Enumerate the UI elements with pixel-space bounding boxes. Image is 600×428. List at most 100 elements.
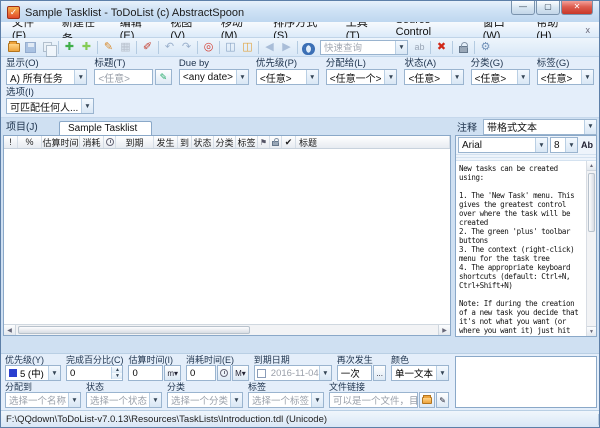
tasklist-tab[interactable]: Sample Tasklist bbox=[59, 121, 152, 135]
scroll-up-icon[interactable]: ▲ bbox=[587, 161, 596, 171]
maximize-button[interactable]: ▢ bbox=[536, 1, 560, 15]
goto-task-icon[interactable]: ◎ bbox=[200, 39, 217, 55]
file-link-input[interactable]: 可以是一个文件，目录，网址，邮件或任务链 bbox=[329, 392, 418, 408]
scroll-left-icon[interactable]: ◀ bbox=[4, 325, 16, 335]
font-dialog-button[interactable]: Ab bbox=[580, 139, 594, 152]
filter-options-combo[interactable]: 可匹配任何人...▼ bbox=[6, 98, 94, 114]
edit-task-icon[interactable]: ✎ bbox=[100, 39, 117, 55]
filter-bar: 显示(O) A) 所有任务▼ 标题(T) <任意> ✎ Due by <any … bbox=[1, 57, 599, 87]
set-color-icon[interactable]: ▦ bbox=[117, 39, 134, 55]
column-header-估算时间[interactable]: 估算时间 bbox=[42, 136, 80, 148]
filter-tag-combo[interactable]: <任意>▼ bbox=[537, 69, 594, 85]
save-all-icon[interactable] bbox=[39, 39, 56, 55]
alloc-to-combo[interactable]: 选择一个名称▼ bbox=[5, 392, 81, 408]
filter-status-combo[interactable]: <任意>▼ bbox=[404, 69, 463, 85]
maximize-comments-icon[interactable]: ◫ bbox=[239, 39, 256, 55]
status-combo[interactable]: 选择一个状态▼ bbox=[86, 392, 162, 408]
estimate-unit-button[interactable]: m▾ bbox=[164, 365, 181, 381]
undo-icon[interactable]: ↶ bbox=[161, 39, 178, 55]
filter-title-input[interactable]: <任意> bbox=[94, 69, 153, 85]
find-tasks-icon[interactable] bbox=[300, 39, 317, 55]
chevron-down-icon[interactable]: ▼ bbox=[395, 41, 407, 54]
tag-combo[interactable]: 选择一个标签▼ bbox=[248, 392, 324, 408]
brush-icon[interactable]: ✐ bbox=[139, 39, 156, 55]
password-lock-icon[interactable] bbox=[455, 39, 472, 55]
minimize-button[interactable]: — bbox=[511, 1, 535, 15]
priority-combo[interactable]: 5 (中)▼ bbox=[5, 365, 61, 381]
view-tabs bbox=[3, 336, 451, 353]
next-task-icon[interactable]: ▶ bbox=[278, 39, 295, 55]
time-track-button[interactable] bbox=[217, 365, 231, 381]
new-task-icon[interactable]: ✚ bbox=[61, 39, 78, 55]
column-header-lock[interactable] bbox=[270, 136, 282, 148]
scrollbar-thumb[interactable] bbox=[18, 326, 250, 334]
priority-label: 优先级(Y) bbox=[5, 355, 61, 365]
column-header-分类[interactable]: 分类 bbox=[214, 136, 236, 148]
font-name-combo[interactable]: Arial▼ bbox=[458, 137, 548, 153]
column-header-%[interactable]: % bbox=[18, 136, 42, 148]
column-header-消耗[interactable]: 消耗 bbox=[80, 136, 104, 148]
filter-category-combo[interactable]: <任意>▼ bbox=[471, 69, 530, 85]
column-header-到[interactable]: 到 bbox=[178, 136, 192, 148]
recurrence-browse-button[interactable]: ... bbox=[373, 365, 386, 381]
sep5 bbox=[197, 41, 198, 54]
column-header-状态[interactable]: 状态 bbox=[192, 136, 214, 148]
status-label: 状态 bbox=[86, 382, 162, 392]
column-header-clock[interactable] bbox=[104, 136, 116, 148]
lock-icon bbox=[272, 141, 279, 146]
task-edit-panel: 优先级(Y) 5 (中)▼ 完成百分比(C) 0 ▲▼ 估算时间(I) bbox=[1, 353, 599, 410]
filter-show-combo[interactable]: A) 所有任务▼ bbox=[6, 69, 87, 85]
scrollbar-thumb[interactable] bbox=[588, 173, 595, 232]
preferences-gear-icon[interactable]: ⚙ bbox=[477, 39, 494, 55]
maximize-tasklist-icon[interactable]: ◫ bbox=[222, 39, 239, 55]
filter-priority-combo[interactable]: <任意>▼ bbox=[256, 69, 319, 85]
comments-scrollbar[interactable]: ▲ ▼ bbox=[586, 161, 596, 336]
column-header-标签[interactable]: 标签 bbox=[236, 136, 258, 148]
file-browse-button[interactable] bbox=[419, 392, 435, 408]
new-tasklist-icon[interactable] bbox=[5, 39, 22, 55]
filter-title-label: 标题(T) bbox=[94, 58, 172, 69]
delete-task-icon[interactable]: ✖ bbox=[433, 39, 450, 55]
new-subtask-icon[interactable]: ✚ bbox=[78, 39, 95, 55]
column-header-flag[interactable]: ⚑ bbox=[258, 136, 270, 148]
column-header-标题[interactable]: 标题 bbox=[296, 136, 450, 148]
filter-allocto-combo[interactable]: <任意一个>▼ bbox=[326, 69, 398, 85]
redo-icon[interactable]: ↷ bbox=[178, 39, 195, 55]
filter-status-label: 状态(A) bbox=[404, 58, 463, 69]
filter-title-options-button[interactable]: ✎ bbox=[155, 69, 172, 85]
comments-label: 注释 bbox=[455, 119, 483, 134]
due-date-checkbox[interactable] bbox=[257, 369, 266, 378]
column-header-![interactable]: ! bbox=[4, 136, 18, 148]
estimate-input[interactable]: 0 bbox=[128, 365, 163, 381]
spent-input[interactable]: 0 bbox=[186, 365, 216, 381]
prev-task-icon[interactable]: ◀ bbox=[261, 39, 278, 55]
spent-unit-button[interactable]: M▾ bbox=[232, 365, 249, 381]
column-header-check[interactable]: ✔ bbox=[282, 136, 296, 148]
scroll-down-icon[interactable]: ▼ bbox=[587, 326, 596, 336]
comment-text[interactable]: New tasks can be created using: 1. The '… bbox=[456, 161, 586, 336]
file-edit-button[interactable]: ✎ bbox=[436, 392, 449, 408]
comments-format-combo[interactable]: 带格式文本▼ bbox=[483, 119, 597, 135]
category-combo[interactable]: 选择一个分类▼ bbox=[167, 392, 243, 408]
filter-due-combo[interactable]: <any date>▼ bbox=[179, 69, 249, 85]
scroll-right-icon[interactable]: ▶ bbox=[438, 325, 450, 335]
title-bar[interactable]: ✓ Sample Tasklist - ToDoList (c) Abstrac… bbox=[1, 1, 599, 22]
due-date-picker[interactable]: 2016-11-04▼ bbox=[254, 365, 332, 381]
horizontal-scrollbar[interactable]: ◀ ▶ bbox=[4, 324, 450, 335]
percent-spinner[interactable]: 0 ▲▼ bbox=[66, 365, 124, 381]
filter-category-label: 分类(G) bbox=[471, 58, 530, 69]
close-button[interactable]: ✕ bbox=[561, 1, 593, 15]
dependency-box[interactable] bbox=[455, 356, 597, 408]
recurrence-input[interactable]: 一次 bbox=[337, 365, 373, 381]
save-tasklist-icon[interactable] bbox=[22, 39, 39, 55]
spellcheck-icon[interactable]: ab bbox=[411, 39, 428, 55]
column-header-到期[interactable]: 到期 bbox=[116, 136, 154, 148]
menu-bar: 文件(F)新建任务编辑(E)视图(V)移动(M)排序方式(S)工具(T)Sour… bbox=[1, 22, 599, 38]
menubar-close-icon[interactable]: x bbox=[581, 25, 596, 35]
column-header-发生[interactable]: 发生 bbox=[154, 136, 178, 148]
percent-label: 完成百分比(C) bbox=[66, 355, 124, 365]
font-size-combo[interactable]: 8▼ bbox=[550, 137, 578, 153]
quick-search-combo[interactable]: 快速查询 ▼ bbox=[320, 40, 408, 55]
color-combo[interactable]: 单一文本▼ bbox=[391, 365, 449, 381]
file-path: F:\QQdown\ToDoList-v7.0.13\Resources\Tas… bbox=[1, 414, 599, 425]
